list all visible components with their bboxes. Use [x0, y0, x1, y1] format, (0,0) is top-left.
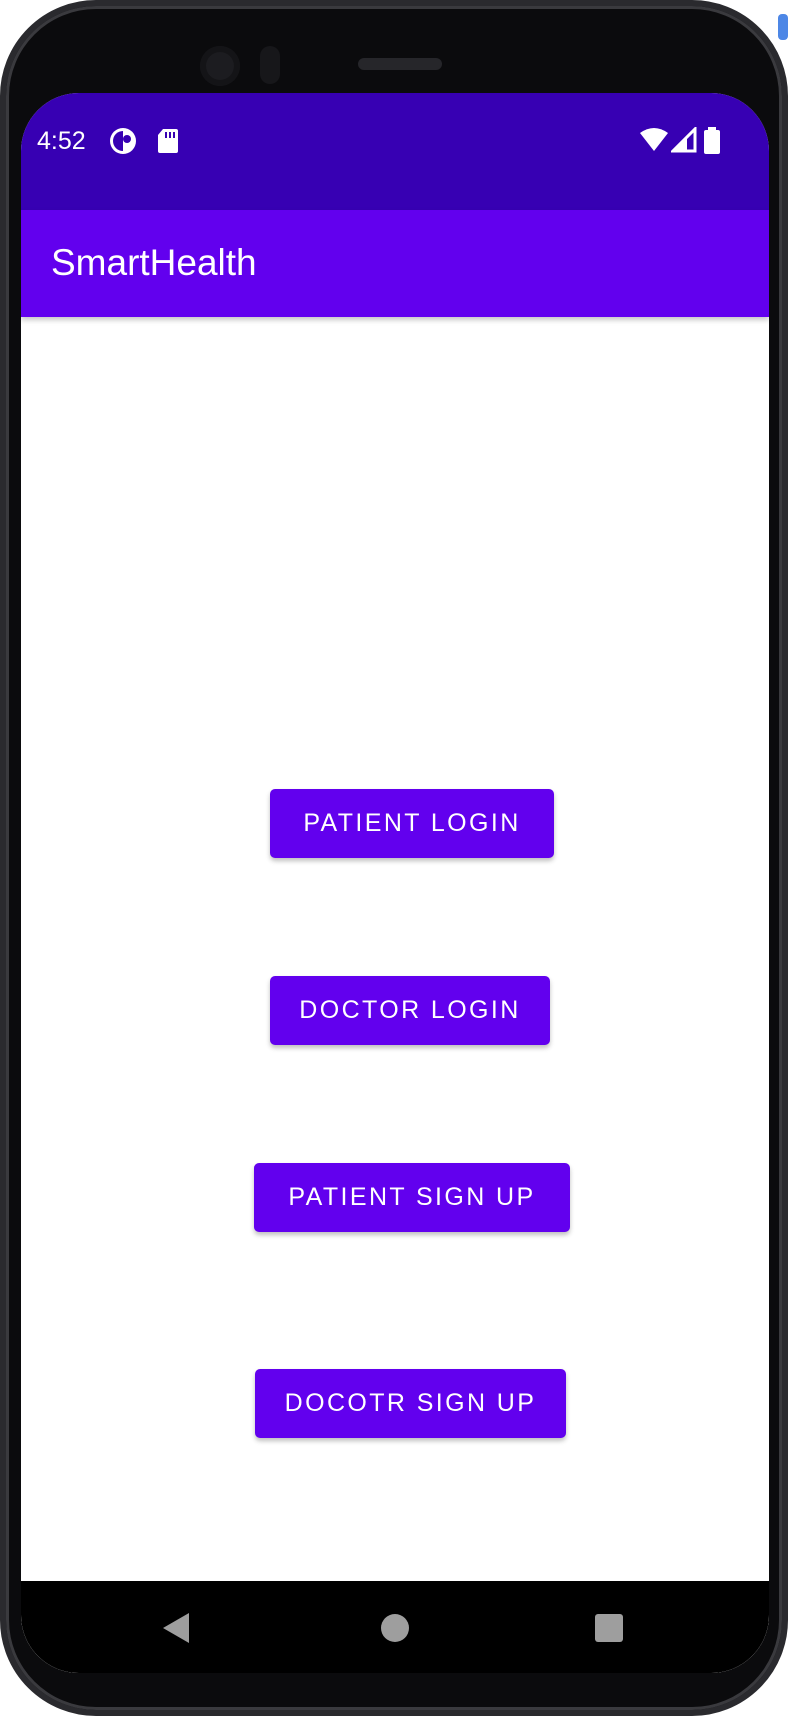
- cell-signal-icon: [671, 127, 697, 153]
- app-bar: SmartHealth: [21, 210, 769, 317]
- screen: 4:52 SmartHealth PATIENT LOGIN DOCTOR LO…: [21, 93, 769, 1673]
- app-title: SmartHealth: [51, 242, 257, 283]
- battery-icon: [704, 127, 720, 154]
- earpiece-speaker: [358, 58, 442, 70]
- proximity-sensor: [260, 46, 280, 84]
- status-bar: 4:52: [21, 93, 769, 210]
- main-content: PATIENT LOGIN DOCTOR LOGIN PATIENT SIGN …: [21, 317, 769, 1673]
- navigation-bar: [21, 1581, 769, 1673]
- patient-sign-up-button[interactable]: PATIENT SIGN UP: [254, 1163, 570, 1232]
- circle-half-icon: [110, 128, 136, 154]
- recents-icon[interactable]: [595, 1614, 623, 1642]
- patient-login-button[interactable]: PATIENT LOGIN: [270, 789, 554, 858]
- back-icon[interactable]: [161, 1611, 191, 1645]
- home-icon[interactable]: [381, 1614, 409, 1642]
- doctor-sign-up-button[interactable]: DOCOTR SIGN UP: [255, 1369, 566, 1438]
- status-time: 4:52: [37, 127, 86, 155]
- edge-accent: [778, 14, 788, 40]
- front-camera: [200, 46, 240, 86]
- wifi-icon: [640, 128, 668, 151]
- sd-card-icon: [158, 129, 178, 153]
- doctor-login-button[interactable]: DOCTOR LOGIN: [270, 976, 550, 1045]
